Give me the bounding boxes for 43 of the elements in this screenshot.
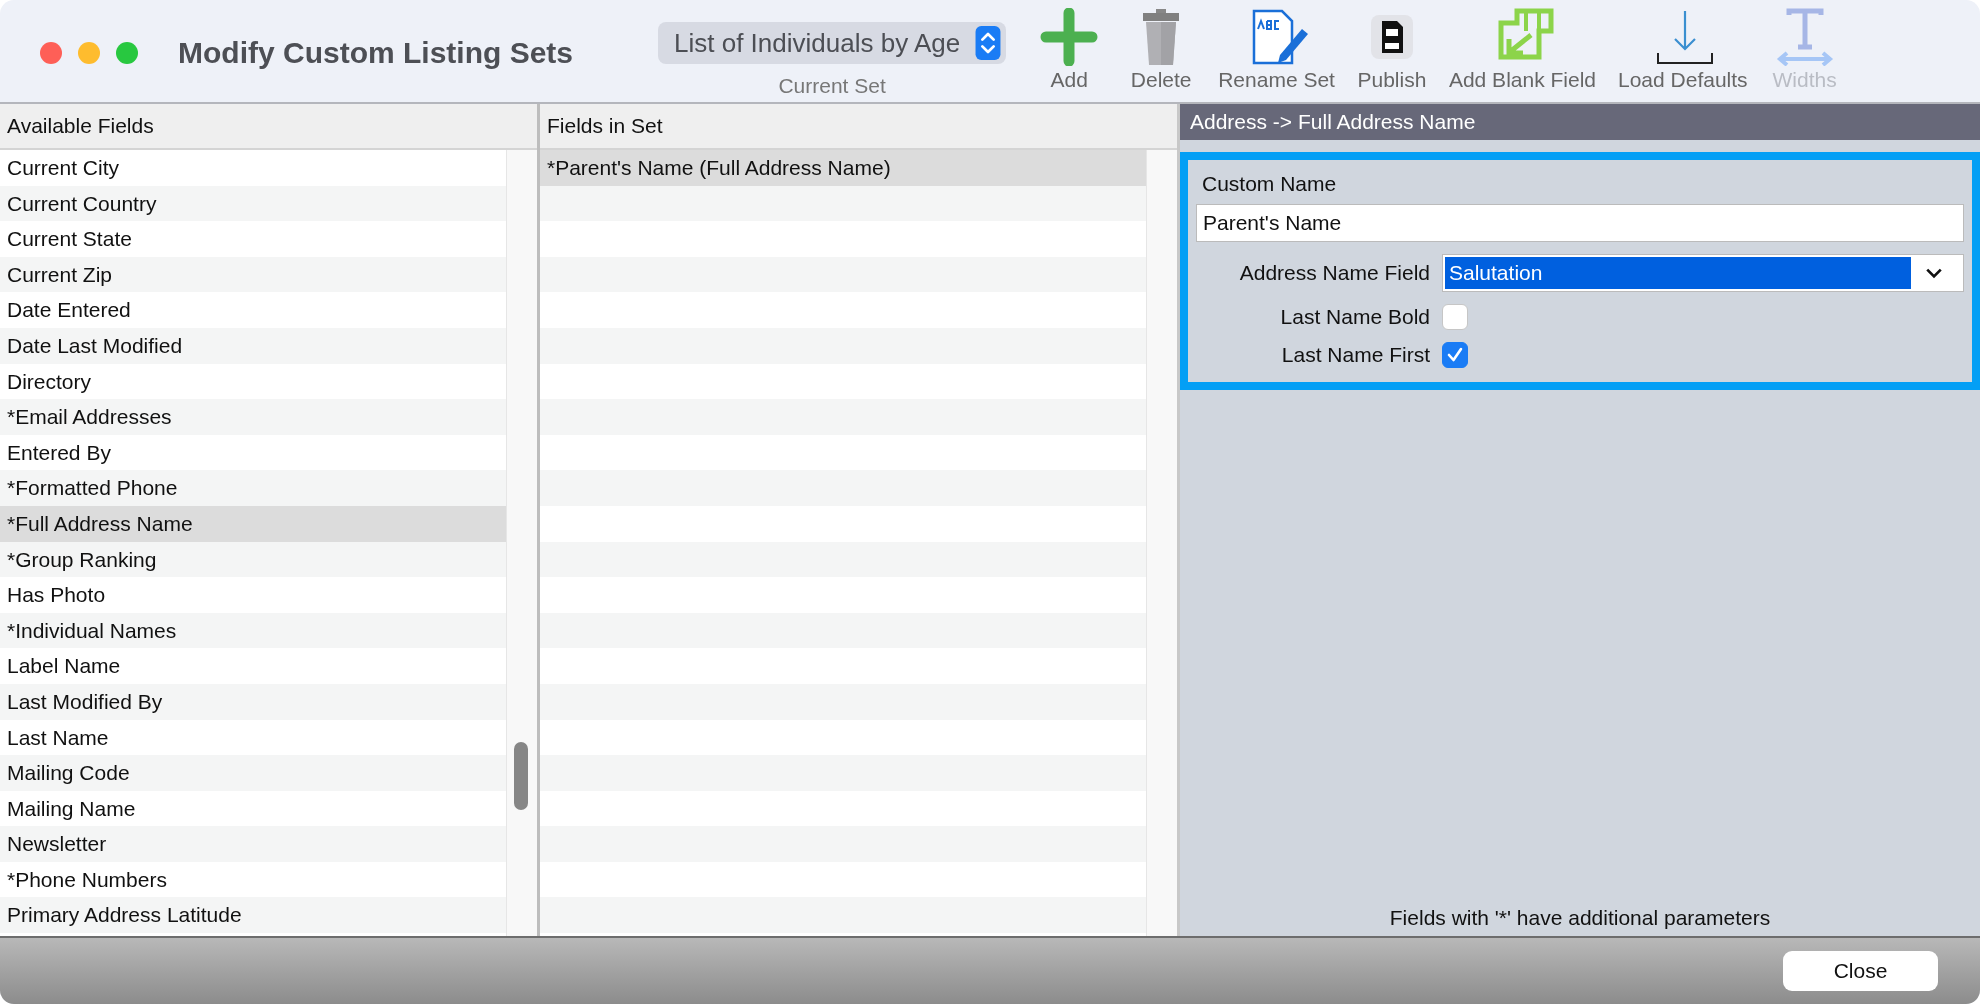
field-list-item[interactable]: Last Modified By bbox=[0, 683, 506, 720]
address-name-dropdown[interactable]: Salutation bbox=[1442, 254, 1964, 292]
close-button[interactable]: Close bbox=[1783, 951, 1938, 991]
checkbox[interactable] bbox=[1442, 342, 1468, 368]
scroll-bar[interactable] bbox=[506, 150, 537, 936]
checkbox-label: Last Name First bbox=[1280, 343, 1430, 367]
window-title: Modify Custom Listing Sets bbox=[178, 36, 574, 70]
stepper-icon bbox=[974, 26, 1003, 60]
field-list-item[interactable]: Date Last Modified bbox=[0, 327, 506, 364]
current-set-dropdown[interactable]: List of Individuals by Age bbox=[658, 22, 1007, 64]
set-list-item[interactable]: *Parent's Name (Full Address Name) bbox=[540, 150, 1146, 186]
field-list-item[interactable]: *Group Ranking bbox=[0, 541, 506, 578]
column-header: Fields in Set bbox=[540, 104, 1177, 150]
publish-button[interactable]: Publish bbox=[1348, 8, 1435, 92]
add-blank-button[interactable]: Add Blank Field bbox=[1440, 8, 1604, 92]
field-list-item[interactable]: Current Zip bbox=[0, 256, 506, 293]
panel-header: Address -> Full Address Name bbox=[1180, 104, 1980, 140]
checkbox-label: Last Name Bold bbox=[1279, 305, 1430, 329]
rename-button[interactable]: Rename Set bbox=[1210, 8, 1343, 92]
field-label: Custom Name bbox=[1201, 171, 1338, 197]
field-list-item[interactable]: *Full Address Name bbox=[0, 505, 506, 542]
chevron-icon bbox=[1925, 267, 1943, 279]
field-label: Address Name Field bbox=[1238, 261, 1430, 285]
field-list-item[interactable]: Primary Address Latitude bbox=[0, 897, 506, 934]
note-text: Fields with '*' have additional parameters bbox=[1388, 906, 1772, 931]
field-list-item[interactable]: *Individual Names bbox=[0, 612, 506, 649]
scroll-bar[interactable] bbox=[1146, 150, 1177, 936]
field-list-item[interactable]: *Formatted Phone bbox=[0, 470, 506, 506]
custom-name-field[interactable]: Parent's Name bbox=[1196, 204, 1964, 242]
current-set-label: Current Set bbox=[778, 74, 886, 98]
column-header: Available Fields bbox=[0, 104, 537, 150]
minimize-window-button[interactable] bbox=[78, 42, 100, 64]
zoom-window-button[interactable] bbox=[116, 42, 138, 64]
field-list-item[interactable]: Newsletter bbox=[0, 826, 506, 862]
load-button[interactable]: Load Defaults bbox=[1610, 8, 1756, 92]
scroll-thumb[interactable] bbox=[514, 742, 528, 810]
field-list-item[interactable]: Current Country bbox=[0, 185, 506, 222]
field-list-item[interactable]: Mailing Code bbox=[0, 755, 506, 791]
checkbox[interactable] bbox=[1442, 304, 1468, 330]
delete-button[interactable]: Delete bbox=[1118, 8, 1205, 92]
add-button[interactable]: Add bbox=[1026, 8, 1113, 92]
field-list-item[interactable]: *Email Addresses bbox=[0, 399, 506, 435]
close-window-button[interactable] bbox=[40, 42, 62, 64]
